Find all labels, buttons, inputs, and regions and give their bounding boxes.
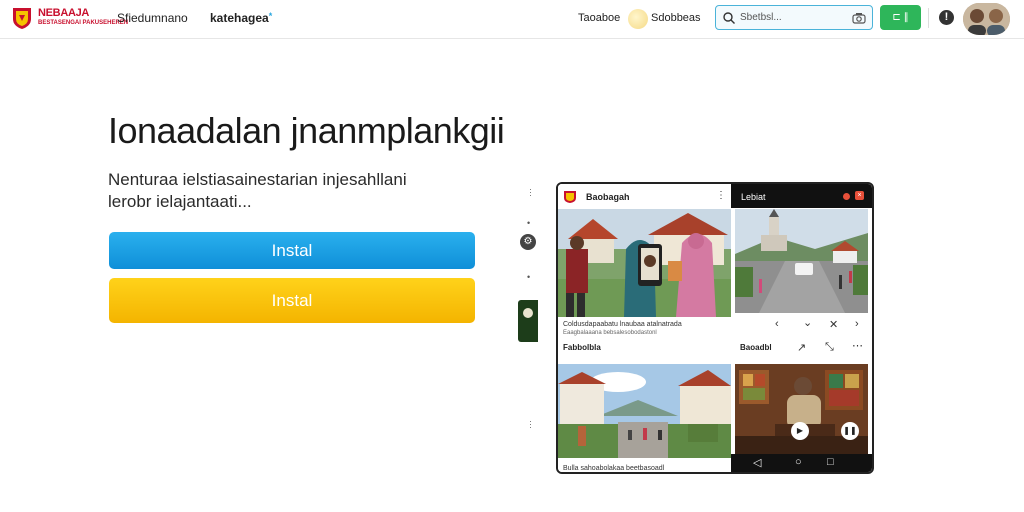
crest-icon [13, 8, 31, 29]
app-preview-device: Baobagah ⋮ Coldusdapaabatu lnaubaa ataln… [556, 182, 874, 474]
tab-dot-icon [523, 308, 533, 318]
side-dot: • [527, 218, 531, 228]
side-menu-dots-bottom[interactable]: ··· [526, 420, 536, 429]
home-icon[interactable]: ○ [795, 456, 802, 468]
left-pane-header: Baobagah ⋮ [558, 184, 731, 208]
right-pane: Lebiat × ‹ ⌄ ✕ › Baoadbl ↗ ⤡ ⋯ ▶ ❚❚ ◁ ○ … [731, 184, 872, 472]
crest-icon [564, 191, 576, 203]
down-icon[interactable]: ⌄ [803, 316, 812, 329]
left-caption-1b: Eaagbalaaana bebsalesobodastonl [563, 330, 657, 336]
right-link-1[interactable]: Taoaboe [578, 12, 620, 24]
close-x-icon[interactable]: ✕ [829, 318, 838, 331]
nav-link-1[interactable]: Sfiedumnano [117, 11, 188, 25]
install-button-blue[interactable]: Instal [109, 232, 475, 269]
top-bar: NEBAAJA BESTASENGAI PAKUSEHEREN Sfiedumn… [0, 0, 1024, 39]
logo-subtext: BESTASENGAI PAKUSEHEREN [38, 20, 129, 26]
left-pane-title: Baobagah [586, 192, 630, 202]
shrink-icon[interactable]: ⤡ [825, 341, 834, 354]
side-panel-tab[interactable] [518, 300, 538, 342]
left-caption-1: Coldusdapaabatu lnaubaa atalnatrada [563, 321, 682, 328]
search-icon [723, 12, 735, 24]
more-options-icon[interactable]: ⋯ [852, 339, 863, 352]
page-title: Ionaadalan jnanmplankgii [108, 110, 505, 151]
photo-church-street[interactable] [735, 209, 868, 313]
right-pane-title: Lebiat [741, 192, 766, 202]
right-pane-header: Lebiat × [731, 184, 872, 208]
search-box[interactable] [715, 5, 873, 30]
search-input[interactable] [740, 9, 840, 26]
close-icon[interactable]: × [855, 191, 864, 200]
prev-icon[interactable]: ‹ [775, 318, 779, 330]
logo-wordmark: NEBAAJA BESTASENGAI PAKUSEHEREN [38, 8, 128, 28]
pause-icon[interactable]: ❚❚ [841, 422, 859, 440]
nav-link-2-label: katehagea [210, 11, 269, 25]
recents-icon[interactable]: □ [827, 456, 834, 468]
info-icon[interactable]: ! [939, 10, 954, 25]
right-caption: Baoadbl [740, 343, 772, 352]
expand-icon[interactable]: ↗ [797, 341, 806, 354]
nav-link-2[interactable]: katehagea* [210, 11, 272, 25]
play-icon[interactable]: ▶ [791, 422, 809, 440]
next-icon[interactable]: › [855, 318, 859, 330]
back-icon[interactable]: ◁ [753, 456, 761, 469]
install-button-yellow[interactable]: Instal [109, 278, 475, 323]
green-action-button[interactable]: ⊏ ∥ [880, 5, 921, 30]
right-controls: ‹ ⌄ ✕ › [731, 314, 872, 340]
photo-craftsman-shop[interactable] [735, 364, 868, 454]
theme-toggle-icon[interactable] [628, 9, 648, 29]
nav-badge: * [268, 11, 273, 21]
site-logo[interactable]: NEBAAJA BESTASENGAI PAKUSEHEREN [10, 6, 128, 30]
photo-people-phone[interactable] [558, 209, 731, 317]
left-pane: Baobagah ⋮ Coldusdapaabatu lnaubaa ataln… [558, 184, 731, 472]
side-menu-dots-top[interactable]: ··· [526, 188, 536, 197]
gear-icon[interactable]: ⚙ [520, 234, 536, 250]
left-caption-3: Bulla sahoabolakaa beetbasoadl [563, 465, 665, 472]
side-dot-2: • [527, 272, 531, 282]
camera-icon[interactable] [852, 11, 866, 25]
more-icon[interactable]: ⋮ [716, 190, 726, 201]
record-icon[interactable] [843, 193, 850, 200]
photo-village-street[interactable] [558, 364, 731, 458]
avatar[interactable] [963, 3, 1010, 35]
right-link-2[interactable]: Sdobbeas [651, 12, 701, 24]
android-nav-bar: ◁ ○ □ [731, 454, 872, 472]
divider [928, 8, 929, 28]
left-caption-2[interactable]: Fabbolbla [563, 343, 601, 352]
page-description: Nenturaa ielstiasainestarian injesahllan… [108, 170, 407, 211]
